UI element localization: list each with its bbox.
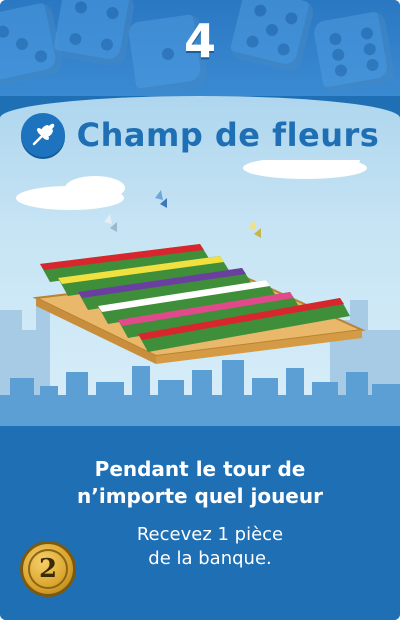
effect-trigger-text: Pendant le tour de n’importe quel joueur <box>0 456 400 510</box>
establishment-card[interactable]: 4 Champ de fleurs Pendant le tour de n’i… <box>0 0 400 620</box>
effect-description: Recevez 1 pièce de la banque. <box>40 523 380 571</box>
effect-description-line: Recevez 1 pièce <box>136 524 284 545</box>
effect-description-line: de la banque. <box>148 548 272 569</box>
effect-trigger-line: n’importe quel joueur <box>77 484 323 508</box>
butterfly-icon <box>104 190 261 238</box>
activation-number: 4 <box>183 14 216 68</box>
effect-trigger-line: Pendant le tour de <box>94 457 306 481</box>
card-cost: 2 <box>28 549 68 589</box>
dice-banner: 4 <box>0 0 400 96</box>
card-title: Champ de fleurs <box>76 116 380 154</box>
cloud-icon <box>16 160 367 210</box>
flower-field-illustration <box>0 160 400 430</box>
coin-icon: 2 <box>20 541 76 597</box>
card-title-row: Champ de fleurs <box>0 110 400 160</box>
wheat-icon <box>20 113 65 157</box>
